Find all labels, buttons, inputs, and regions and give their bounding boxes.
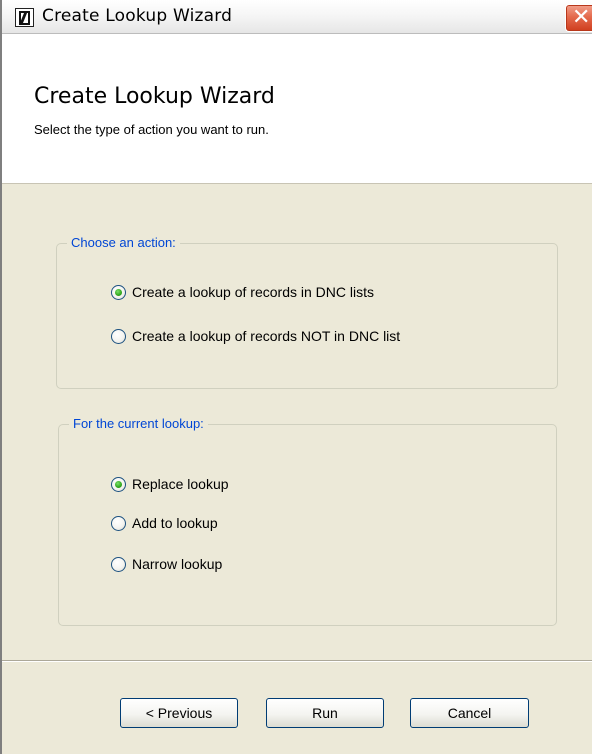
- radio-lookup-not-in-dnc[interactable]: Create a lookup of records NOT in DNC li…: [111, 328, 400, 344]
- previous-button[interactable]: < Previous: [120, 698, 238, 728]
- radio-label: Create a lookup of records NOT in DNC li…: [132, 328, 401, 344]
- button-separator: [2, 660, 592, 662]
- radio-label: Create a lookup of records in DNC lists: [132, 284, 374, 300]
- radio-unchecked-icon[interactable]: [111, 328, 126, 344]
- radio-label: Replace lookup: [132, 476, 229, 492]
- page-title: Create Lookup Wizard: [34, 84, 275, 109]
- page-subtitle: Select the type of action you want to ru…: [34, 122, 269, 137]
- radio-label: Narrow lookup: [132, 556, 223, 572]
- close-button[interactable]: ✕: [565, 4, 592, 32]
- close-icon: ✕: [572, 5, 591, 30]
- radio-checked-icon[interactable]: [111, 284, 126, 300]
- wizard-window: Create Lookup Wizard ✕ Create Lookup Wiz…: [0, 0, 592, 754]
- run-button[interactable]: Run: [266, 698, 384, 728]
- radio-add-to-lookup[interactable]: Add to lookup: [111, 515, 218, 531]
- title-bar[interactable]: Create Lookup Wizard ✕: [2, 0, 592, 34]
- radio-checked-icon[interactable]: [111, 476, 126, 492]
- wizard-header: Create Lookup Wizard Select the type of …: [2, 34, 592, 184]
- radio-lookup-in-dnc[interactable]: Create a lookup of records in DNC lists: [111, 284, 374, 300]
- radio-narrow-lookup[interactable]: Narrow lookup: [111, 556, 222, 572]
- action-groupbox: Choose an action:: [56, 235, 558, 389]
- radio-unchecked-icon[interactable]: [111, 515, 126, 531]
- radio-replace-lookup[interactable]: Replace lookup: [111, 476, 229, 492]
- cancel-button[interactable]: Cancel: [410, 698, 529, 728]
- action-group-legend: Choose an action:: [67, 235, 180, 251]
- radio-label: Add to lookup: [132, 515, 218, 531]
- window-title: Create Lookup Wizard: [42, 6, 233, 26]
- lookup-group-legend: For the current lookup:: [69, 416, 208, 432]
- app-icon: [15, 8, 34, 27]
- radio-unchecked-icon[interactable]: [111, 556, 126, 572]
